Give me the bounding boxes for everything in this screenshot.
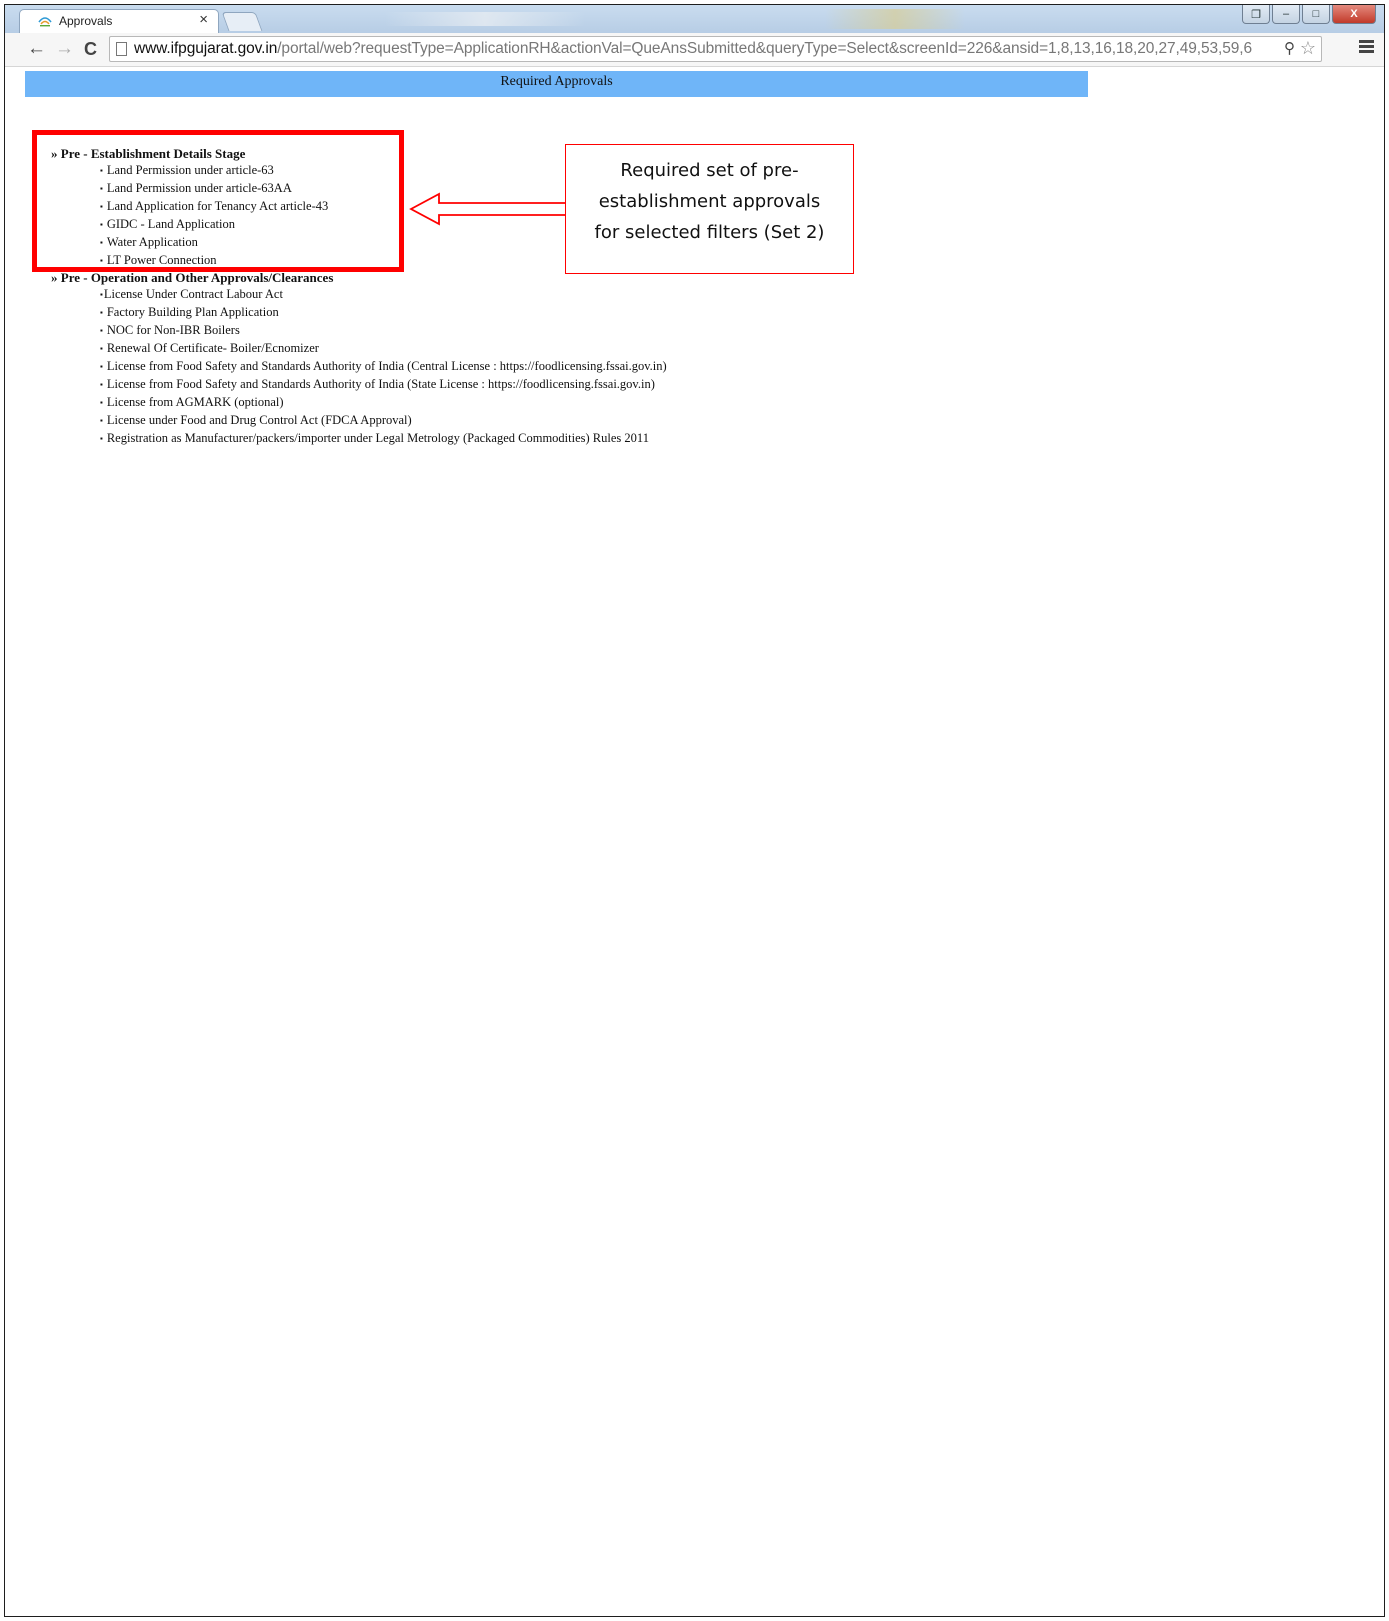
restore-down-button[interactable]: ❐ xyxy=(1242,5,1270,24)
reload-icon[interactable]: C xyxy=(84,39,97,60)
menu-icon[interactable] xyxy=(1359,40,1374,54)
approval-item: License from Food Safety and Standards A… xyxy=(51,358,667,376)
tab-approvals[interactable]: Approvals × xyxy=(19,9,219,33)
blurred-background-area xyxy=(825,9,965,29)
blurred-background-area xyxy=(385,12,585,26)
callout-line: establishment approvals xyxy=(598,191,821,212)
callout-line: for selected filters (Set 2) xyxy=(594,222,825,243)
page-header-bar: Required Approvals xyxy=(25,71,1088,97)
approval-item: Factory Building Plan Application xyxy=(51,304,667,322)
zoom-icon[interactable]: ⚲ xyxy=(1284,39,1295,57)
annotation-callout: Required set of pre- establishment appro… xyxy=(565,144,854,274)
tab-strip: Approvals × ❐ – □ X xyxy=(5,5,1384,33)
maximize-button[interactable]: □ xyxy=(1302,5,1330,24)
address-bar[interactable]: www.ifpgujarat.gov.in/portal/web?request… xyxy=(109,36,1322,62)
approval-item: License under Food and Drug Control Act … xyxy=(51,412,667,430)
browser-toolbar: ← → C www.ifpgujarat.gov.in/portal/web?r… xyxy=(5,33,1384,67)
approval-item: License Under Contract Labour Act xyxy=(51,286,667,304)
minimize-button[interactable]: – xyxy=(1272,5,1300,24)
browser-window: Approvals × ❐ – □ X ← → C www.ifpgujarat… xyxy=(4,4,1385,1617)
url-path: /portal/web?requestType=ApplicationRH&ac… xyxy=(277,40,1252,57)
approval-item: Renewal Of Certificate- Boiler/Ecnomizer xyxy=(51,340,667,358)
url-text[interactable]: www.ifpgujarat.gov.in/portal/web?request… xyxy=(134,40,1254,58)
approval-item: Registration as Manufacturer/packers/imp… xyxy=(51,430,667,448)
highlight-box xyxy=(32,130,404,272)
callout-arrow-icon xyxy=(409,192,568,226)
approval-item: License from Food Safety and Standards A… xyxy=(51,376,667,394)
tab-title: Approvals xyxy=(59,14,113,28)
forward-arrow-icon[interactable]: → xyxy=(55,38,74,60)
window-controls: ❐ – □ X xyxy=(1242,5,1376,24)
approval-item: License from AGMARK (optional) xyxy=(51,394,667,412)
new-tab-button[interactable] xyxy=(221,12,263,31)
close-window-button[interactable]: X xyxy=(1332,5,1376,24)
url-host: www.ifpgujarat.gov.in xyxy=(134,40,278,57)
callout-line: Required set of pre- xyxy=(620,160,799,181)
site-favicon-icon xyxy=(38,17,52,27)
tab-close-icon[interactable]: × xyxy=(199,11,208,28)
page-icon xyxy=(116,42,127,56)
bookmark-star-icon[interactable]: ☆ xyxy=(1300,38,1316,59)
approval-item: NOC for Non-IBR Boilers xyxy=(51,322,667,340)
back-arrow-icon[interactable]: ← xyxy=(27,38,46,60)
